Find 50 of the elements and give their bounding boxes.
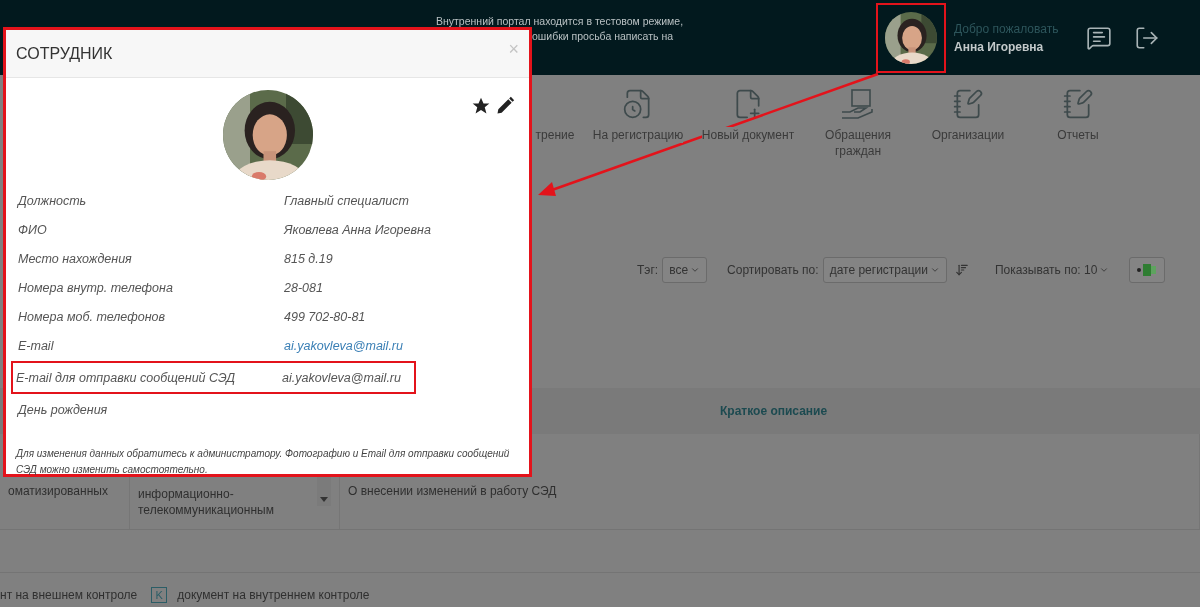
legend-text: документ на внутреннем контроле: [177, 588, 370, 602]
messages-icon[interactable]: [1086, 24, 1113, 51]
table-cell: информационно- телекоммуникационным: [138, 486, 274, 518]
note-text: Для изменения данных обратитесь к администратору. Фотографию и Email для отправки сообщений СЭД можно изменить самостоятельно.: [16, 447, 511, 477]
nav-item[interactable]: Организации: [931, 127, 1005, 143]
field-label: Номера внутр. телефона: [18, 280, 174, 295]
field-value: Главный специалист: [284, 193, 409, 208]
notice-text: ошибки просьба написать на: [532, 30, 675, 42]
caret-icon: [690, 265, 701, 275]
close-button[interactable]: ×: [508, 39, 519, 60]
field-label: Место нахождения: [18, 251, 133, 266]
user-name: Анна Игоревна: [954, 39, 1045, 54]
field-label: Номера моб. телефонов: [18, 309, 167, 324]
field-value: ai.yakovleva@mail.ru: [282, 370, 401, 385]
field-label: День рождения: [18, 402, 109, 417]
field-value: 815 д.19: [284, 251, 333, 266]
star-icon[interactable]: [471, 96, 491, 116]
nav-item[interactable]: Обращения граждан: [825, 127, 891, 159]
field-value: 28-081: [284, 280, 323, 295]
table-cell: О внесении изменений в работу СЭД: [348, 483, 557, 499]
table-cell: оматизированных: [8, 483, 108, 499]
tag-label: Тэг:: [637, 263, 659, 277]
excel-icon: [1136, 262, 1159, 278]
greeting-text: Добро пожаловать: [954, 21, 1059, 36]
control-marker: K: [151, 587, 168, 603]
dialog-title: СОТРУДНИК: [16, 44, 113, 63]
field-value: 499 702-80-81: [284, 309, 366, 324]
sort-select[interactable]: дате регистрации: [822, 257, 947, 283]
notepad-pen-icon: [1062, 88, 1094, 120]
field-label: E-mail: [18, 338, 55, 353]
nav-item[interactable]: На регистрацию: [592, 127, 684, 143]
hand-icon: [840, 88, 876, 120]
sort-icon[interactable]: [955, 263, 969, 277]
field-label: E-mail для отправки сообщений СЭД: [16, 370, 237, 385]
notepad-pen-icon: [952, 88, 984, 120]
column-header: Краткое описание: [720, 404, 828, 418]
caret-icon: [1099, 265, 1110, 275]
caret-icon: [320, 497, 328, 502]
page-size-dropdown[interactable]: Показывать по: 10: [995, 263, 1110, 277]
sort-label: Сортировать по:: [727, 263, 819, 277]
nav-item[interactable]: Новый документ: [701, 127, 795, 143]
caret-icon: [930, 265, 940, 275]
field-label: ФИО: [18, 222, 48, 237]
field-value: Яковлева Анна Игоревна: [284, 222, 431, 237]
notice-text: Внутренний портал находится в тестовом режиме,: [436, 15, 685, 27]
legend-text: нт на внешнем контроле: [0, 588, 138, 602]
field-label: Должность: [18, 193, 88, 208]
email-link[interactable]: ai.yakovleva@mail.ru: [284, 338, 403, 353]
edit-icon[interactable]: [495, 96, 515, 116]
tag-select[interactable]: все: [662, 257, 708, 283]
